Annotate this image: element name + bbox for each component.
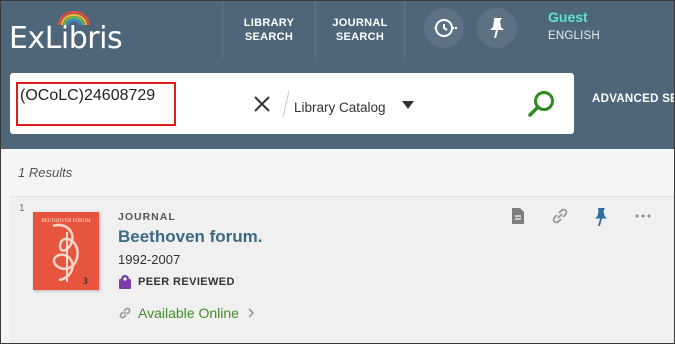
peer-reviewed-badge: PEER REVIEWED bbox=[118, 274, 235, 290]
cover-thumbnail[interactable]: BEETHOVEN FORUM 3 bbox=[33, 212, 99, 290]
search-history-button[interactable] bbox=[424, 8, 464, 48]
nav-library-search[interactable]: LIBRARY SEARCH bbox=[223, 1, 315, 59]
peer-reviewed-icon bbox=[119, 275, 131, 289]
availability-link[interactable]: Available Online bbox=[118, 305, 255, 321]
logo-text: ExLibris bbox=[9, 21, 123, 56]
citation-icon[interactable] bbox=[510, 207, 526, 225]
link-icon[interactable] bbox=[551, 207, 569, 225]
exlibris-logo[interactable]: ExLibris bbox=[9, 9, 123, 56]
nav-divider bbox=[404, 1, 405, 59]
favorites-button[interactable] bbox=[477, 8, 517, 48]
result-type: JOURNAL bbox=[118, 211, 176, 223]
nav-journal-search-label: JOURNAL SEARCH bbox=[332, 17, 388, 43]
cover-volume: 3 bbox=[83, 276, 88, 286]
top-navigation-bar: ExLibris LIBRARY SEARCH JOURNAL SEARCH G… bbox=[1, 1, 674, 59]
link-icon bbox=[119, 307, 131, 319]
availability-label[interactable]: Available Online bbox=[138, 305, 239, 321]
user-area[interactable]: Guest ENGLISH bbox=[548, 9, 600, 42]
scope-divider bbox=[282, 90, 290, 118]
pin-icon[interactable] bbox=[592, 207, 610, 227]
language-selector[interactable]: ENGLISH bbox=[548, 30, 600, 42]
nav-journal-search[interactable]: JOURNAL SEARCH bbox=[316, 1, 404, 59]
result-title-link[interactable]: Beethoven forum. bbox=[118, 227, 263, 247]
search-input[interactable] bbox=[20, 85, 170, 107]
nav-library-search-label: LIBRARY SEARCH bbox=[243, 17, 295, 43]
cover-title: BEETHOVEN FORUM bbox=[41, 219, 91, 224]
search-bar-area: Library Catalog ADVANCED SE bbox=[1, 59, 674, 149]
close-icon[interactable] bbox=[251, 93, 273, 115]
search-icon[interactable] bbox=[527, 89, 557, 119]
peer-reviewed-label: PEER REVIEWED bbox=[138, 276, 235, 288]
app-window: ExLibris LIBRARY SEARCH JOURNAL SEARCH G… bbox=[0, 0, 675, 344]
search-scope-select[interactable]: Library Catalog bbox=[294, 100, 386, 115]
advanced-search-link[interactable]: ADVANCED SE bbox=[592, 93, 674, 105]
result-item[interactable]: 1 BEETHOVEN FORUM 3 JOURNAL Beethoven fo… bbox=[10, 196, 674, 343]
history-icon bbox=[434, 19, 457, 37]
chevron-right-icon bbox=[248, 308, 255, 318]
more-icon[interactable] bbox=[634, 207, 652, 225]
pin-icon bbox=[490, 18, 504, 39]
search-box: Library Catalog bbox=[10, 73, 574, 134]
result-date: 1992-2007 bbox=[118, 252, 181, 267]
user-name[interactable]: Guest bbox=[548, 9, 600, 25]
chevron-down-icon[interactable] bbox=[402, 101, 414, 109]
result-index: 1 bbox=[19, 203, 25, 214]
results-count: 1 Results bbox=[18, 165, 73, 180]
cover-artwork: BEETHOVEN FORUM 3 bbox=[33, 212, 99, 290]
